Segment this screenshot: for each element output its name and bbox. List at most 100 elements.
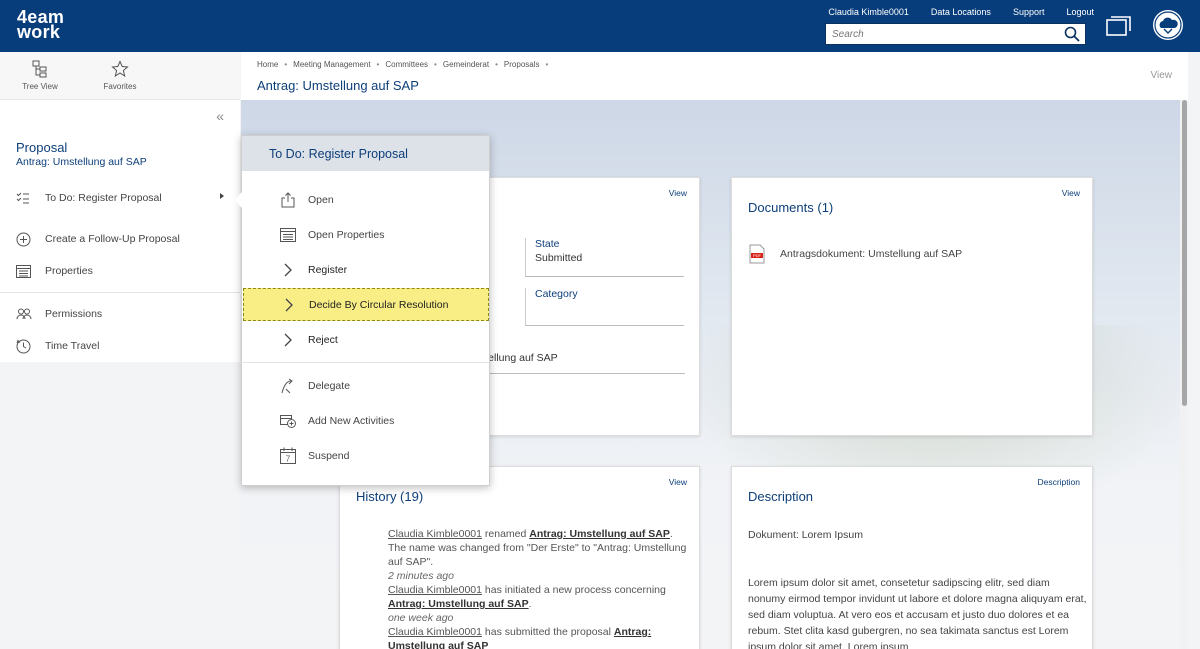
history-entry: Claudia Kimble0001 has initiated a new p… [388,584,666,624]
subject-field: stellung auf SAP [480,350,685,374]
user-name-link[interactable]: Claudia Kimble0001 [828,7,909,17]
state-field: State Submitted [525,238,684,277]
document-name: Antragsdokument: Umstellung auf SAP [780,248,963,260]
sidebar-item-label: Time Travel [45,340,100,352]
history-user-link[interactable]: Claudia Kimble0001 [388,528,482,540]
breadcrumb-gemeinderat[interactable]: Gemeinderat [443,60,489,69]
menu-item-label: Register [308,263,348,276]
category-field[interactable]: Category [525,288,684,326]
history-entry: Claudia Kimble0001 has submitted the pro… [388,625,688,649]
breadcrumb-meeting-management[interactable]: Meeting Management [293,60,370,69]
cloud-avatar-icon[interactable] [1152,9,1184,41]
description-body: Lorem ipsum dolor sit amet, consetetur s… [748,577,1087,649]
tree-view-button[interactable]: Tree View [10,60,70,91]
logo-line2: work [17,22,61,42]
collapse-sidebar-button[interactable]: « [216,108,224,124]
logout-link[interactable]: Logout [1066,7,1094,17]
sidebar: Tree View Favorites « Proposal Antrag: U… [0,52,240,649]
submenu-arrow-icon [220,193,224,199]
suspend-menu-item[interactable]: 7 Suspend [243,439,489,472]
calendar-icon: 7 [279,447,297,465]
description-card: Description Description Dokument: Lorem … [731,466,1093,649]
view-button[interactable]: View [1151,70,1173,81]
favorites-button[interactable]: Favorites [90,60,150,91]
add-new-activities-menu-item[interactable]: Add New Activities [243,404,489,437]
sidebar-item-label: To Do: Register Proposal [45,192,162,204]
popup-caret [234,192,242,208]
chevron-right-icon [279,261,297,279]
top-links: Claudia Kimble0001 Data Locations Suppor… [828,7,1094,17]
menu-item-label: Reject [308,333,338,346]
reject-menu-item[interactable]: Reject [243,323,489,356]
data-locations-link[interactable]: Data Locations [931,7,991,17]
scrollbar[interactable] [1180,100,1188,649]
search-input[interactable]: Search [825,23,1086,45]
description-subtitle: Dokument: Lorem Ipsum [748,529,863,541]
history-list: Claudia Kimble0001 renamed Antrag: Umste… [388,527,688,649]
page-title: Antrag: Umstellung auf SAP [257,78,419,93]
open-menu-item[interactable]: Open [243,183,489,216]
history-user-link[interactable]: Claudia Kimble0001 [388,626,482,638]
process-subtitle: Antrag: Umstellung auf SAP [16,156,147,168]
search-icon[interactable] [1064,26,1080,42]
documents-card: View Documents (1) PDF Antragsdokument: … [731,177,1093,436]
sidebar-empty-area [0,362,240,649]
breadcrumb-home[interactable]: Home [257,60,278,69]
documents-title: Documents (1) [748,200,834,215]
sidebar-item-todo[interactable]: To Do: Register Proposal [0,182,240,214]
open-properties-menu-item[interactable]: Open Properties [243,218,489,251]
window-icon[interactable] [1106,14,1132,38]
pdf-icon: PDF [749,244,765,264]
menu-item-label: Open [308,193,334,206]
sidebar-item-properties[interactable]: Properties [0,255,240,287]
delegate-menu-item[interactable]: Delegate [243,369,489,402]
task-list-icon [16,192,34,204]
menu-item-label: Suspend [308,449,350,462]
documents-view-link[interactable]: View [1062,188,1080,198]
favorites-label: Favorites [103,82,137,91]
decide-by-circular-resolution-menu-item[interactable]: Decide By Circular Resolution [243,288,489,321]
search-placeholder: Search [832,29,864,40]
popup-title: To Do: Register Proposal [242,136,489,171]
app-logo[interactable]: 4eam work [17,8,64,42]
page-header: Home • Meeting Management • Committees • Ge… [241,52,1188,100]
sidebar-item-time-travel[interactable]: Time Travel [0,330,240,362]
sidebar-item-follow-up[interactable]: Create a Follow-Up Proposal [0,223,240,255]
people-icon [16,308,34,320]
details-view-link[interactable]: View [669,188,687,198]
tree-view-label: Tree View [22,82,58,91]
history-view-link[interactable]: View [669,477,687,487]
support-link[interactable]: Support [1013,7,1045,17]
description-link[interactable]: Description [1037,477,1080,487]
scrollbar-thumb[interactable] [1182,100,1187,406]
chevron-right-icon [280,296,298,314]
menu-divider [243,362,489,363]
add-activity-icon [279,412,297,430]
history-object-link[interactable]: Antrag: Umstellung auf SAP [388,598,529,610]
document-item[interactable]: PDF Antragsdokument: Umstellung auf SAP [748,244,962,264]
properties-icon [279,226,297,244]
description-title: Description [748,489,814,504]
register-menu-item[interactable]: Register [243,253,489,286]
history-user-link[interactable]: Claudia Kimble0001 [388,584,482,596]
todo-popup-menu: To Do: Register Proposal Open Open Prope… [234,135,490,486]
tree-view-icon [32,60,47,78]
svg-text:PDF: PDF [753,253,762,258]
history-time: one week ago [388,612,454,624]
breadcrumb-committees[interactable]: Committees [385,60,428,69]
history-title: History (19) [356,489,424,504]
history-object-link[interactable]: Antrag: Umstellung auf SAP [529,528,670,540]
breadcrumb-proposals[interactable]: Proposals [504,60,540,69]
clock-icon [16,339,34,354]
sidebar-tools: Tree View Favorites [0,52,240,100]
menu-item-label: Open Properties [308,228,385,241]
state-label: State [535,238,560,250]
open-icon [279,191,297,209]
state-value: Submitted [535,252,583,264]
menu-item-label: Decide By Circular Resolution [309,298,449,311]
menu-item-label: Delegate [308,379,351,392]
plus-circle-icon [16,232,34,247]
subject-value: stellung auf SAP [480,352,558,364]
sidebar-item-permissions[interactable]: Permissions [0,298,240,330]
top-bar: 4eam work Claudia Kimble0001 Data Locati… [0,0,1200,52]
